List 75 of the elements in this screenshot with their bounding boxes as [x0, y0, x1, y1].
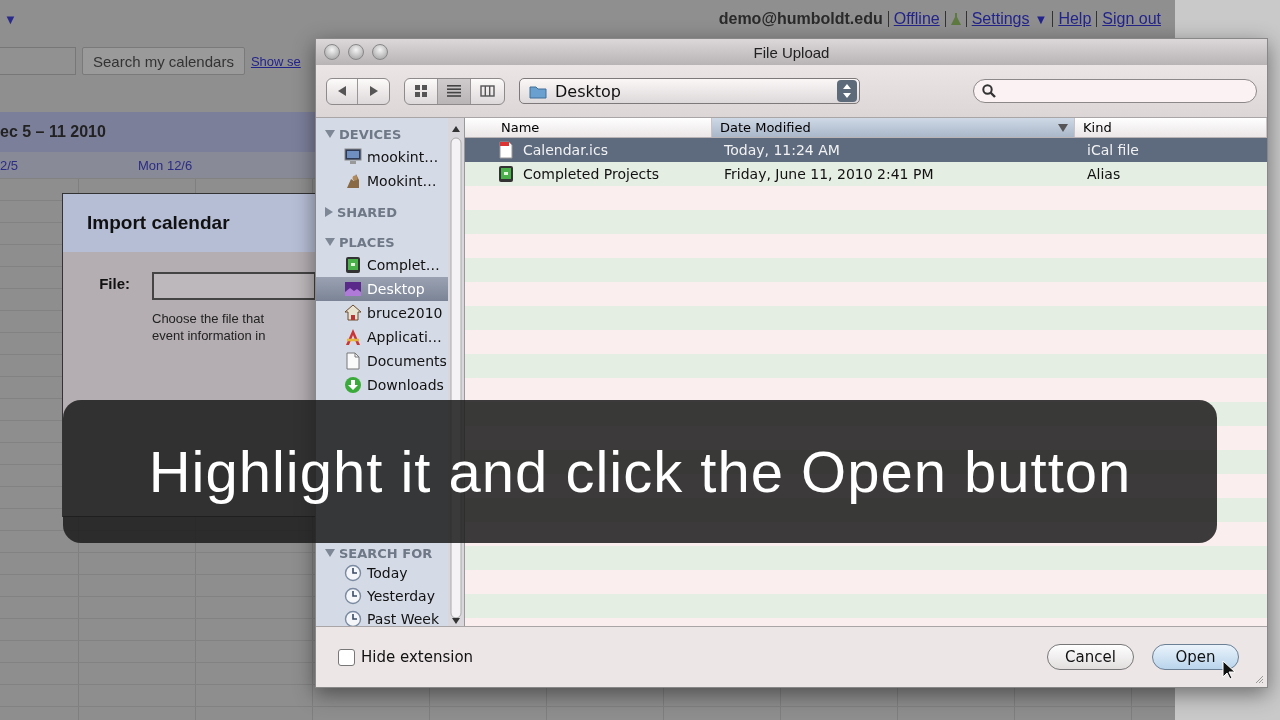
header-link[interactable]: Offline	[893, 10, 940, 28]
clock-icon	[344, 609, 362, 628]
window-button[interactable]	[324, 44, 340, 60]
checkbox-label: Hide extension	[361, 648, 474, 666]
search-button[interactable]: Search my calendars	[82, 47, 245, 75]
account-email: demo@humboldt.edu	[718, 10, 883, 28]
day-header: 2/5	[0, 157, 20, 173]
sidebar-item[interactable]: Yesterday	[316, 584, 448, 607]
file-name: Completed Projects	[523, 166, 659, 182]
checkbox[interactable]	[338, 648, 355, 666]
download-icon	[344, 376, 362, 394]
table-cell-text: Today, 11:24 AM	[723, 142, 841, 158]
view-switcher[interactable]	[404, 77, 505, 105]
desktop-icon	[344, 280, 362, 298]
sidebar-item[interactable]: Downloads	[316, 373, 448, 397]
header-link[interactable]: Help	[1058, 10, 1092, 28]
folder-icon	[529, 83, 547, 99]
open-button[interactable]: Open	[1152, 644, 1239, 670]
header-link[interactable]: Sign out	[1102, 10, 1161, 28]
date-range: ec 5 – 11 2010	[0, 123, 106, 141]
caption-text: Highlight it and click the Open button	[148, 438, 1132, 505]
file-field[interactable]	[152, 272, 316, 300]
resize-grip-icon	[1254, 674, 1264, 684]
dialog-title: Import calendar	[87, 212, 230, 234]
menu-caret[interactable]: ▼	[4, 11, 17, 27]
help-text: Choose the file that event information in	[152, 310, 267, 344]
sidebar-item[interactable]: bruce2010	[316, 301, 448, 325]
search-icon	[982, 84, 996, 98]
computer-icon	[344, 148, 362, 166]
back-icon	[337, 85, 347, 97]
sidebar-item[interactable]: Applicati…	[316, 325, 448, 349]
alias-icon	[497, 165, 515, 183]
navigation-buttons[interactable]	[326, 77, 390, 105]
forward-icon	[368, 85, 379, 97]
applications-icon	[344, 328, 362, 346]
table-cell-text: Alias	[1086, 166, 1122, 182]
list-view-button[interactable]	[438, 78, 471, 104]
clock-icon	[344, 563, 362, 582]
sidebar-item[interactable]: Mookint…	[316, 169, 448, 193]
window-button[interactable]	[372, 44, 388, 60]
grid-icon	[415, 85, 427, 97]
column-header[interactable]: Kind	[1075, 118, 1267, 137]
sidebar-item[interactable]: Today	[316, 561, 448, 584]
sidebar-item[interactable]: mookint…	[316, 145, 448, 169]
clock-icon	[344, 586, 362, 605]
file-row[interactable]: Completed Projects Friday, June 11, 2010 2:41 PM Alias	[465, 162, 1267, 186]
list-icon	[447, 85, 461, 97]
show-search-link[interactable]: Show se	[250, 53, 301, 69]
header-link[interactable]: Settings	[971, 10, 1030, 28]
cancel-button[interactable]: Cancel	[1047, 644, 1134, 670]
stepper-icon	[837, 80, 857, 102]
table-cell-text: Friday, June 11, 2010 2:41 PM	[723, 166, 935, 182]
documents-icon	[344, 352, 362, 370]
caret-icon[interactable]: ▼	[1034, 11, 1048, 27]
sort-icon	[1058, 123, 1068, 132]
sidebar-item[interactable]: Documents	[316, 349, 448, 373]
location-dropdown[interactable]: Desktop	[519, 78, 860, 104]
day-header: Mon 12/6	[138, 157, 194, 173]
column-header[interactable]: Date Modified	[712, 118, 1075, 137]
field-label: File:	[98, 274, 130, 294]
sidebar-item[interactable]: Complet…	[316, 253, 448, 277]
table-cell-text: iCal file	[1086, 142, 1140, 158]
window-button[interactable]	[348, 44, 364, 60]
sidebar-item[interactable]: Past Week	[316, 607, 448, 630]
cursor-icon	[1222, 660, 1236, 680]
home-icon	[344, 304, 362, 322]
search-field[interactable]	[973, 79, 1257, 103]
window-title: File Upload	[753, 43, 830, 61]
columns-icon	[480, 85, 495, 97]
alias-icon	[344, 256, 362, 274]
flask-icon	[950, 12, 961, 26]
file-row[interactable]: Calendar.ics Today, 11:24 AM iCal file	[465, 138, 1267, 162]
search-field[interactable]	[0, 47, 76, 75]
file-name: Calendar.ics	[523, 142, 608, 158]
calendar-file-icon	[497, 141, 515, 159]
